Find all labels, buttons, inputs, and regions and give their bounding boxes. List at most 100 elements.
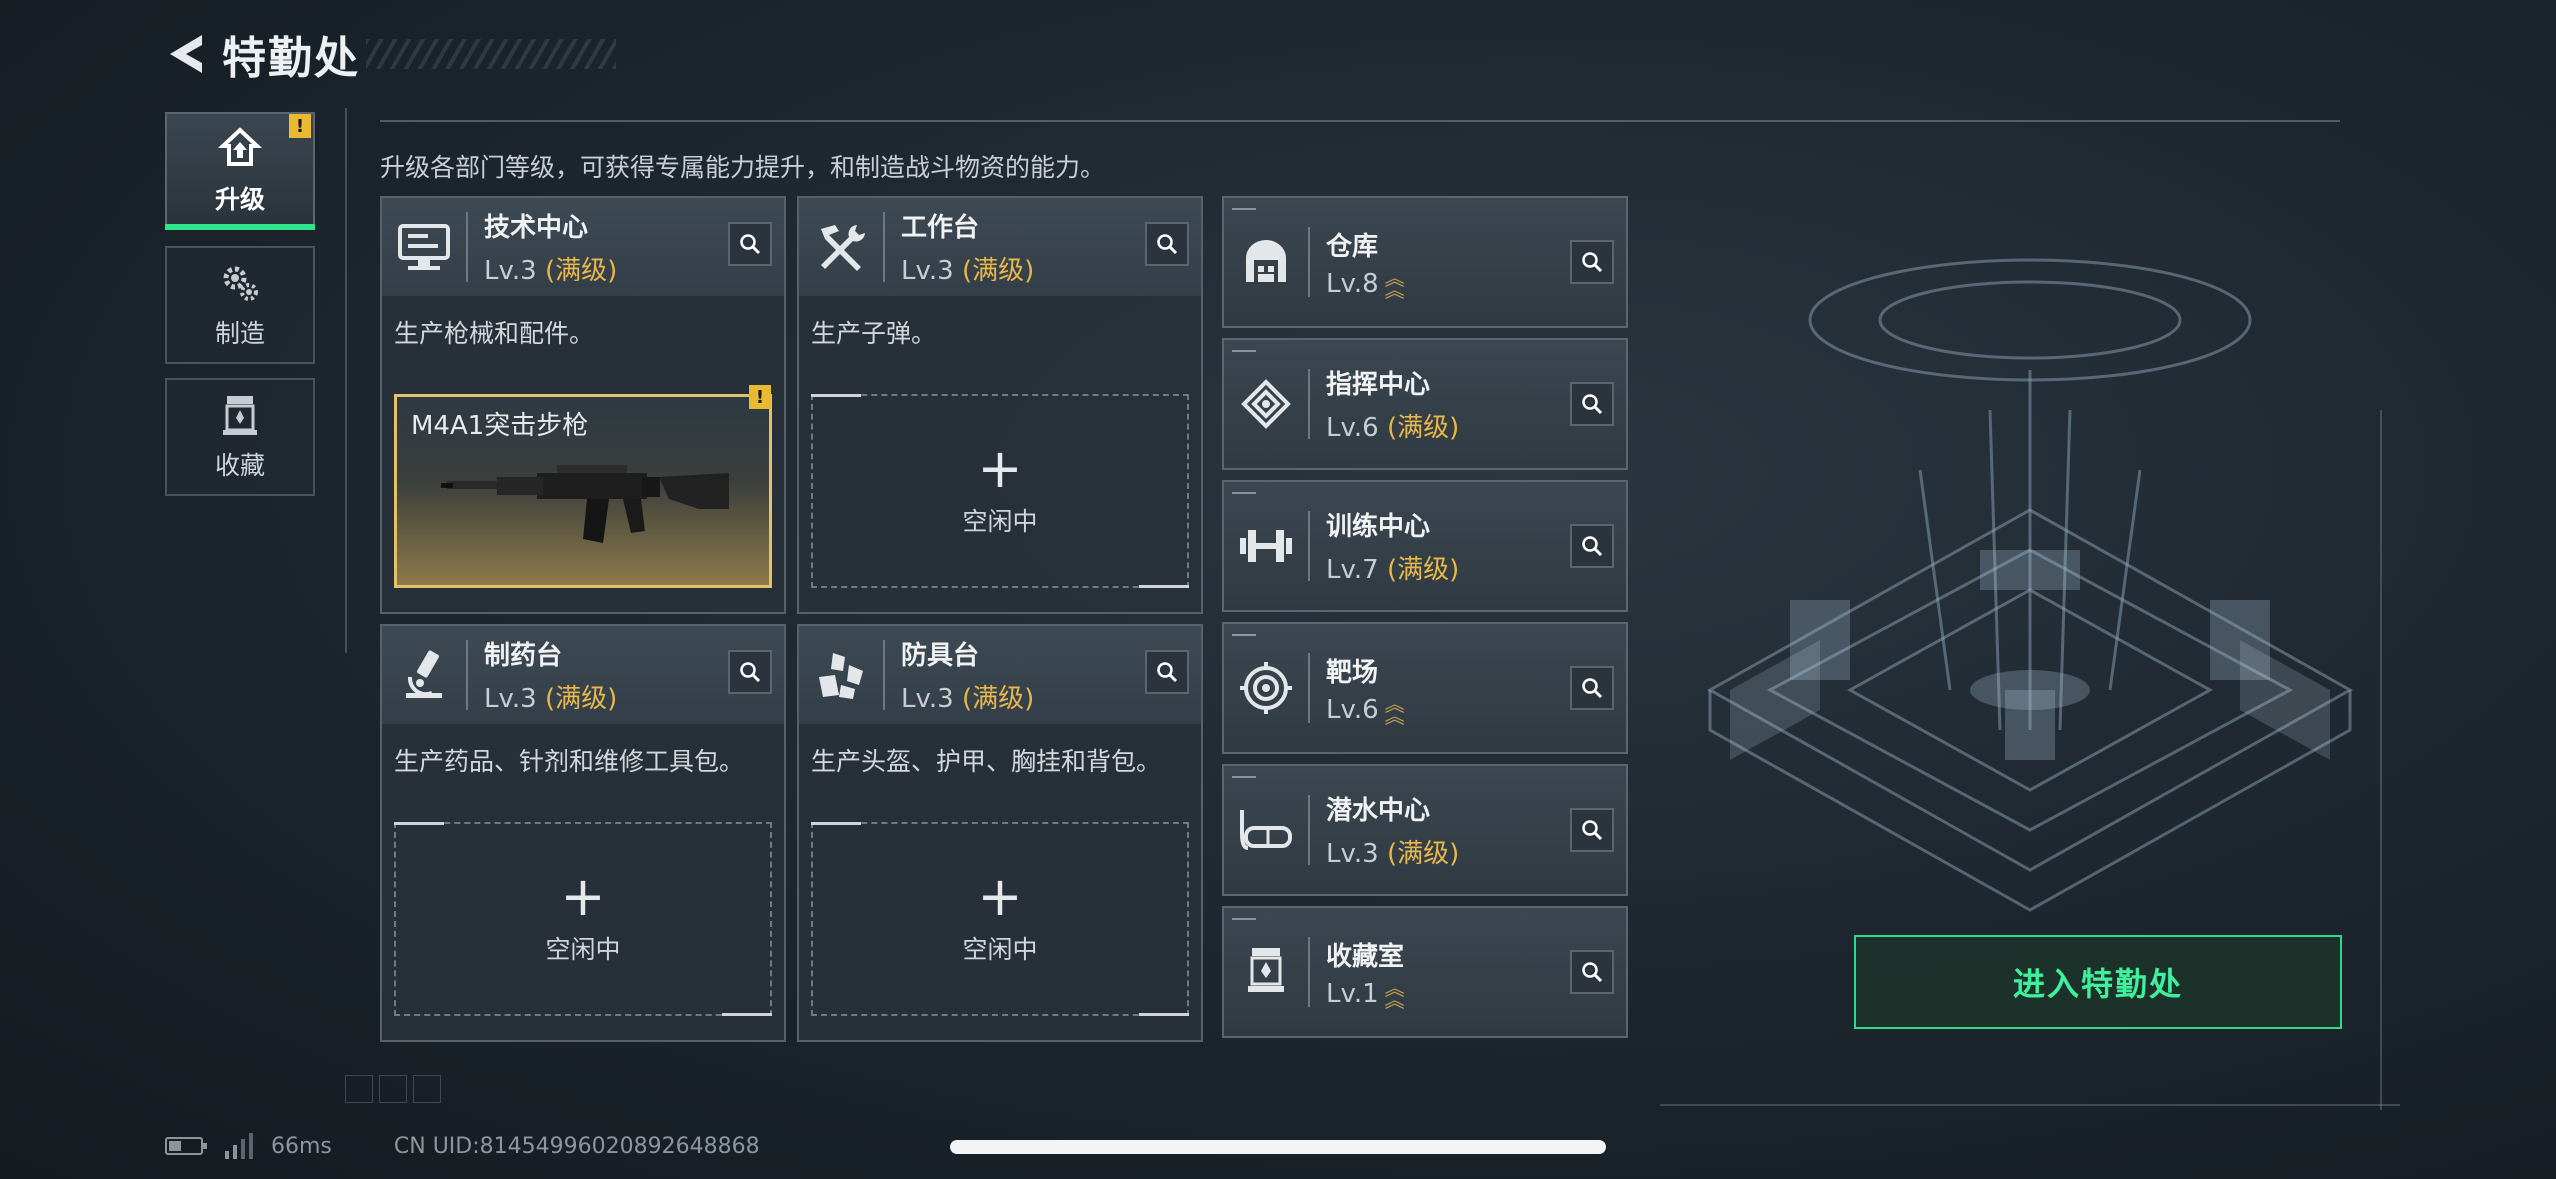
search-icon [740, 234, 761, 255]
search-icon [1582, 394, 1603, 415]
armor-icon [819, 653, 863, 699]
nav-tab-upgrade[interactable]: ! 升级 [165, 112, 315, 230]
department-name: 技术中心 [484, 213, 589, 243]
idle-label: 空闲中 [962, 935, 1038, 964]
frame-line [1660, 1104, 2400, 1106]
department-name: 潜水中心 [1326, 796, 1431, 826]
inspect-button[interactable] [1145, 650, 1189, 694]
max-level-tag: (满级) [1386, 839, 1460, 869]
search-icon [1157, 234, 1178, 255]
max-level-tag: (满级) [544, 684, 618, 714]
base-hologram-image [1706, 258, 2354, 912]
department-description: 生产头盔、护甲、胸挂和背包。 [811, 747, 1162, 776]
department-name: 指挥中心 [1326, 370, 1431, 400]
department-level: Lv.6 ︽ ︽ [1326, 692, 1405, 728]
department-level: Lv.3 (满级) [901, 684, 1035, 714]
inspect-button[interactable] [1570, 382, 1614, 426]
department-description: 生产子弹。 [811, 319, 937, 348]
inspect-button[interactable] [1570, 666, 1614, 710]
tools-icon [821, 225, 865, 271]
dumbbell-icon [1240, 530, 1292, 562]
idle-label: 空闲中 [962, 507, 1038, 536]
trophy-case-icon [1248, 948, 1284, 992]
warning-badge: ! [749, 385, 771, 409]
page-title: 特勤处 [222, 33, 360, 84]
upgrade-available-icon: ︽ ︽ [1384, 266, 1405, 302]
monitor-icon [398, 224, 450, 270]
crafting-slot-empty[interactable]: + 空闲中 [394, 822, 772, 1016]
signal-icon [225, 1133, 253, 1159]
department-name: 工作台 [901, 213, 980, 243]
search-icon [740, 662, 761, 683]
upgrade-available-icon: ︽ ︽ [1384, 692, 1405, 728]
rifle-image [441, 465, 729, 543]
department-level: Lv.3 (满级) [1326, 839, 1460, 869]
nav-label: 制造 [214, 319, 265, 348]
department-name: 收藏室 [1326, 941, 1405, 972]
crafting-slot-empty[interactable]: + 空闲中 [811, 394, 1189, 588]
department-card-command-center[interactable]: 指挥中心 Lv.6 (满级) [1222, 338, 1628, 470]
card-header: 工作台 Lv.3 (满级) [799, 198, 1201, 296]
plus-icon: + [977, 437, 1023, 500]
inspect-button[interactable] [1570, 240, 1614, 284]
nav-tab-craft[interactable]: 制造 [165, 246, 315, 364]
user-uid: CN UID:81454996020892648868 [393, 1133, 760, 1159]
crafting-slot-empty[interactable]: + 空闲中 [811, 822, 1189, 1016]
enter-button[interactable]: 进入特勤处 [1854, 935, 2342, 1029]
upgrade-icon [217, 127, 263, 166]
card-header: 防具台 Lv.3 (满级) [799, 626, 1201, 724]
inspect-button[interactable] [728, 650, 772, 694]
home-indicator[interactable] [950, 1140, 1606, 1154]
department-card-workbench[interactable]: 工作台 Lv.3 (满级) 生产子弹。 + 空闲中 [797, 196, 1203, 614]
battery-icon [165, 1137, 207, 1155]
divider-line [380, 120, 2340, 122]
back-button[interactable] [160, 26, 208, 82]
department-card-pharmacy[interactable]: 制药台 Lv.3 (满级) 生产药品、针剂和维修工具包。 + 空闲中 [380, 624, 786, 1042]
inspect-button[interactable] [1570, 524, 1614, 568]
gears-icon [223, 266, 258, 301]
search-icon [1582, 820, 1603, 841]
inspect-button[interactable] [1145, 222, 1189, 266]
department-level: Lv.3 (满级) [484, 684, 618, 714]
status-bar: 66ms CN UID:81454996020892648868 [165, 1128, 760, 1164]
inspect-button[interactable] [1570, 950, 1614, 994]
inspect-button[interactable] [728, 222, 772, 266]
command-icon [1241, 379, 1291, 429]
collection-icon [223, 396, 257, 435]
idle-label: 空闲中 [545, 935, 621, 964]
item-name: M4A1突击步枪 [411, 411, 589, 441]
department-card-armor[interactable]: 防具台 Lv.3 (满级) 生产头盔、护甲、胸挂和背包。 + 空闲中 [797, 624, 1203, 1042]
department-level: Lv.1 ︽ ︽ [1326, 976, 1405, 1012]
crafting-slot-item[interactable]: ! M4A1突击步枪 [394, 385, 772, 588]
warning-badge: ! [289, 114, 311, 138]
department-card-collection-room[interactable]: 收藏室 Lv.1 ︽ ︽ [1222, 906, 1628, 1038]
department-level: Lv.8 ︽ ︽ [1326, 266, 1405, 302]
department-card-warehouse[interactable]: 仓库 Lv.8 ︽ ︽ [1222, 196, 1628, 328]
nav-divider [345, 108, 347, 653]
search-icon [1582, 962, 1603, 983]
department-name: 靶场 [1326, 657, 1379, 688]
nav-label: 收藏 [214, 451, 265, 480]
max-level-tag: (满级) [1386, 413, 1460, 443]
card-header: 技术中心 Lv.3 (满级) [382, 198, 784, 296]
department-card-diving-center[interactable]: 潜水中心 Lv.3 (满级) [1222, 764, 1628, 896]
department-level: Lv.7 (满级) [1326, 555, 1460, 585]
inspect-button[interactable] [1570, 808, 1614, 852]
department-level: Lv.3 (满级) [901, 256, 1035, 286]
upgrade-description: 升级各部门等级，可获得专属能力提升，和制造战斗物资的能力。 [380, 153, 1106, 182]
department-card-tech-center[interactable]: 技术中心 Lv.3 (满级) 生产枪械和配件。 ! M4A1突击步枪 [380, 196, 786, 614]
diving-mask-icon [1240, 810, 1292, 850]
department-description: 生产药品、针剂和维修工具包。 [394, 747, 745, 776]
nav-tab-collection[interactable]: 收藏 [165, 378, 315, 496]
department-level: Lv.6 (满级) [1326, 413, 1460, 443]
plus-icon: + [977, 865, 1023, 928]
max-level-tag: (满级) [544, 256, 618, 286]
warehouse-icon [1246, 240, 1286, 282]
search-icon [1582, 252, 1603, 273]
department-card-training-center[interactable]: 训练中心 Lv.7 (满级) [1222, 480, 1628, 612]
department-card-shooting-range[interactable]: 靶场 Lv.6 ︽ ︽ [1222, 622, 1628, 754]
search-icon [1582, 536, 1603, 557]
title-decoration [366, 39, 616, 69]
back-arrow-icon [170, 35, 202, 73]
search-icon [1157, 662, 1178, 683]
